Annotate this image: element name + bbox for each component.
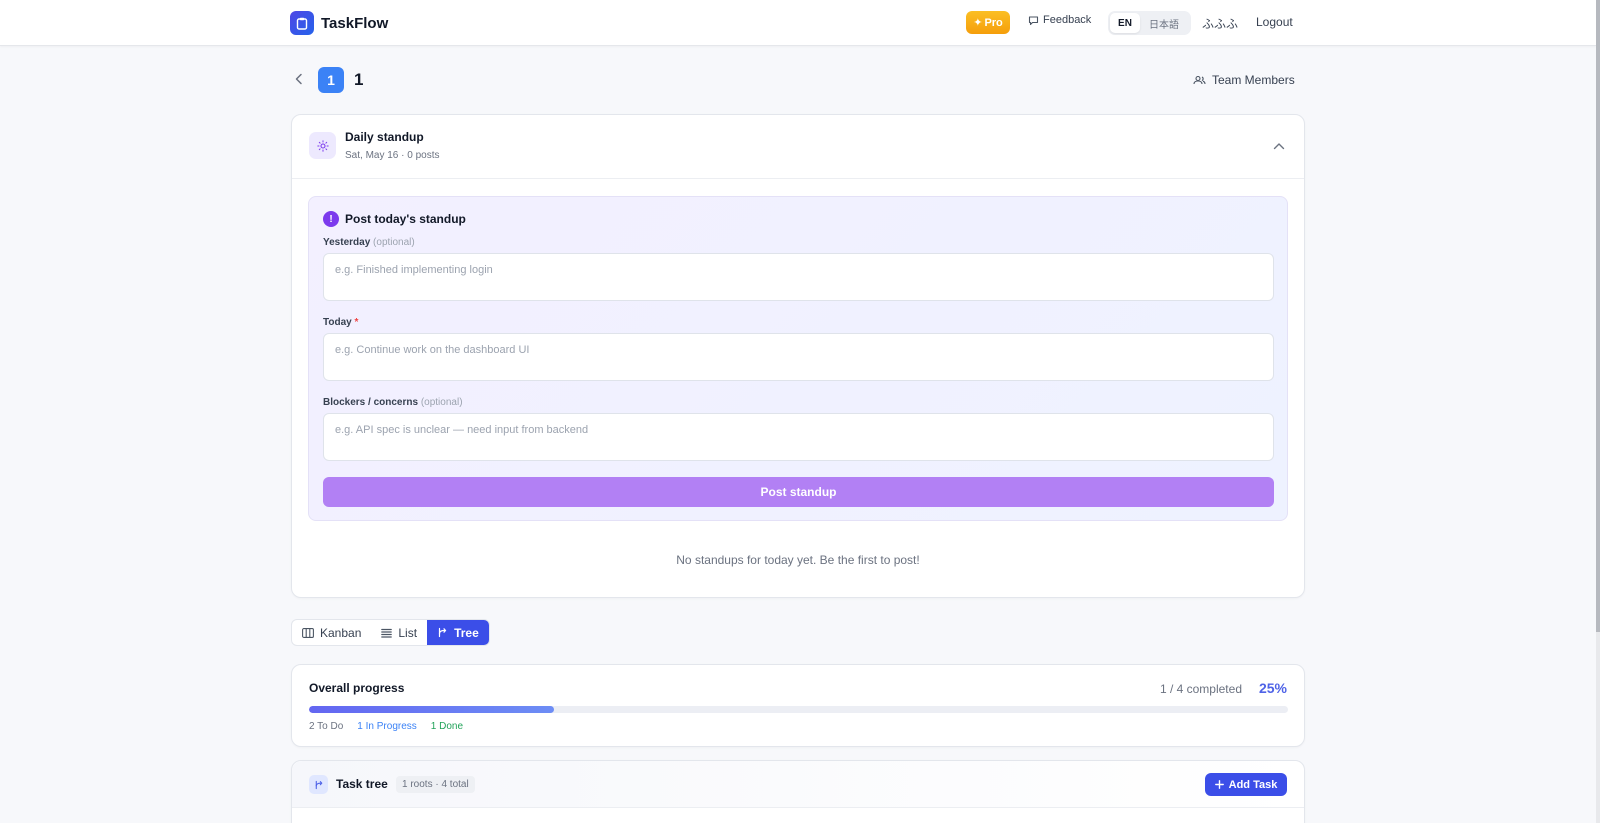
yesterday-label: Yesterday (optional) <box>323 237 415 248</box>
yesterday-input[interactable] <box>323 253 1274 301</box>
in-progress-count: 1 In Progress <box>357 721 417 732</box>
lang-ja-option[interactable]: 日本語 <box>1140 13 1188 33</box>
blockers-input[interactable] <box>323 413 1274 461</box>
standup-card: Daily standup Sat, May 16 · 0 posts ! Po… <box>291 114 1305 598</box>
users-icon <box>1193 75 1206 85</box>
tab-kanban-label: Kanban <box>320 625 362 640</box>
progress-legend: 2 To Do 1 In Progress 1 Done <box>309 721 463 732</box>
yesterday-label-text: Yesterday <box>323 237 371 248</box>
columns-icon <box>302 627 314 638</box>
view-switcher: Kanban List Tree <box>291 619 490 646</box>
brand-name: TaskFlow <box>321 14 389 32</box>
project-badge: 1 <box>318 67 344 93</box>
standup-header[interactable]: Daily standup Sat, May 16 · 0 posts <box>292 115 1304 179</box>
optional-hint: (optional) <box>373 237 415 248</box>
today-label-text: Today <box>323 317 352 328</box>
project-name: 1 <box>354 70 364 89</box>
progress-count: 1 / 4 completed <box>1159 682 1242 696</box>
progress-bar-fill <box>309 706 554 713</box>
add-task-button[interactable]: Add Task <box>1205 773 1287 796</box>
chevron-left-icon <box>295 73 302 85</box>
message-icon <box>1028 15 1039 25</box>
feedback-button[interactable]: Feedback <box>1028 14 1091 26</box>
task-tree-card: Task tree 1 roots · 4 total Add Task <box>291 760 1305 823</box>
collapse-button[interactable] <box>1272 139 1286 153</box>
top-bar: TaskFlow ✦ Pro Feedback EN 日本語 ふふふ Logou… <box>0 0 1596 46</box>
plus-icon <box>1214 780 1224 789</box>
lang-en-option[interactable]: EN <box>1110 13 1140 33</box>
empty-standups-message: No standups for today yet. Be the first … <box>676 553 920 567</box>
today-input[interactable] <box>323 333 1274 381</box>
progress-title: Overall progress <box>309 681 405 695</box>
post-standup-panel: ! Post today's standup Yesterday (option… <box>308 196 1288 521</box>
tree-icon <box>309 775 328 794</box>
team-members-label: Team Members <box>1212 73 1295 87</box>
post-standup-button[interactable]: Post standup <box>323 477 1274 507</box>
team-members-button[interactable]: Team Members <box>1193 73 1295 87</box>
blockers-label: Blockers / concerns (optional) <box>323 397 463 408</box>
logout-button[interactable]: Logout <box>1256 15 1293 29</box>
pro-label: Pro <box>984 16 1003 29</box>
tree-icon <box>438 627 447 638</box>
tab-kanban[interactable]: Kanban <box>292 620 371 645</box>
task-tree-header: Task tree 1 roots · 4 total Add Task <box>292 761 1304 808</box>
list-icon <box>381 628 393 638</box>
progress-card: Overall progress 1 / 4 completed 25% 2 T… <box>291 664 1305 747</box>
tab-tree[interactable]: Tree <box>427 620 489 645</box>
progress-percent: 25% <box>1258 680 1287 696</box>
required-marker: * <box>354 317 359 328</box>
back-button[interactable] <box>292 72 306 86</box>
today-label: Today * <box>323 317 358 328</box>
done-count: 1 Done <box>430 721 464 732</box>
tab-list-label: List <box>398 625 418 640</box>
scrollbar[interactable] <box>1596 0 1600 823</box>
post-standup-title: Post today's standup <box>345 212 466 226</box>
tab-list[interactable]: List <box>371 620 427 645</box>
standup-title: Daily standup <box>345 130 424 144</box>
user-name[interactable]: ふふふ <box>1202 15 1238 32</box>
language-toggle: EN 日本語 <box>1108 11 1191 35</box>
feedback-label: Feedback <box>1043 14 1092 26</box>
progress-bar <box>309 706 1288 713</box>
add-task-label: Add Task <box>1228 778 1278 791</box>
tab-tree-label: Tree <box>454 625 479 640</box>
todo-count: 2 To Do <box>309 721 344 732</box>
blockers-label-text: Blockers / concerns <box>323 397 419 408</box>
task-tree-title: Task tree <box>336 777 388 791</box>
task-tree-stats: 1 roots · 4 total <box>396 776 475 793</box>
sparkle-icon: ✦ <box>973 17 983 29</box>
scrollbar-thumb[interactable] <box>1596 0 1600 632</box>
standup-subtitle: Sat, May 16 · 0 posts <box>345 150 440 161</box>
optional-hint: (optional) <box>420 397 463 408</box>
clipboard-icon <box>290 11 314 35</box>
sun-icon <box>309 132 336 159</box>
alert-icon: ! <box>323 211 339 227</box>
post-standup-heading: ! Post today's standup <box>323 211 466 227</box>
pro-button[interactable]: ✦ Pro <box>966 11 1010 34</box>
chevron-up-icon <box>1273 143 1285 150</box>
brand[interactable]: TaskFlow <box>290 11 388 35</box>
